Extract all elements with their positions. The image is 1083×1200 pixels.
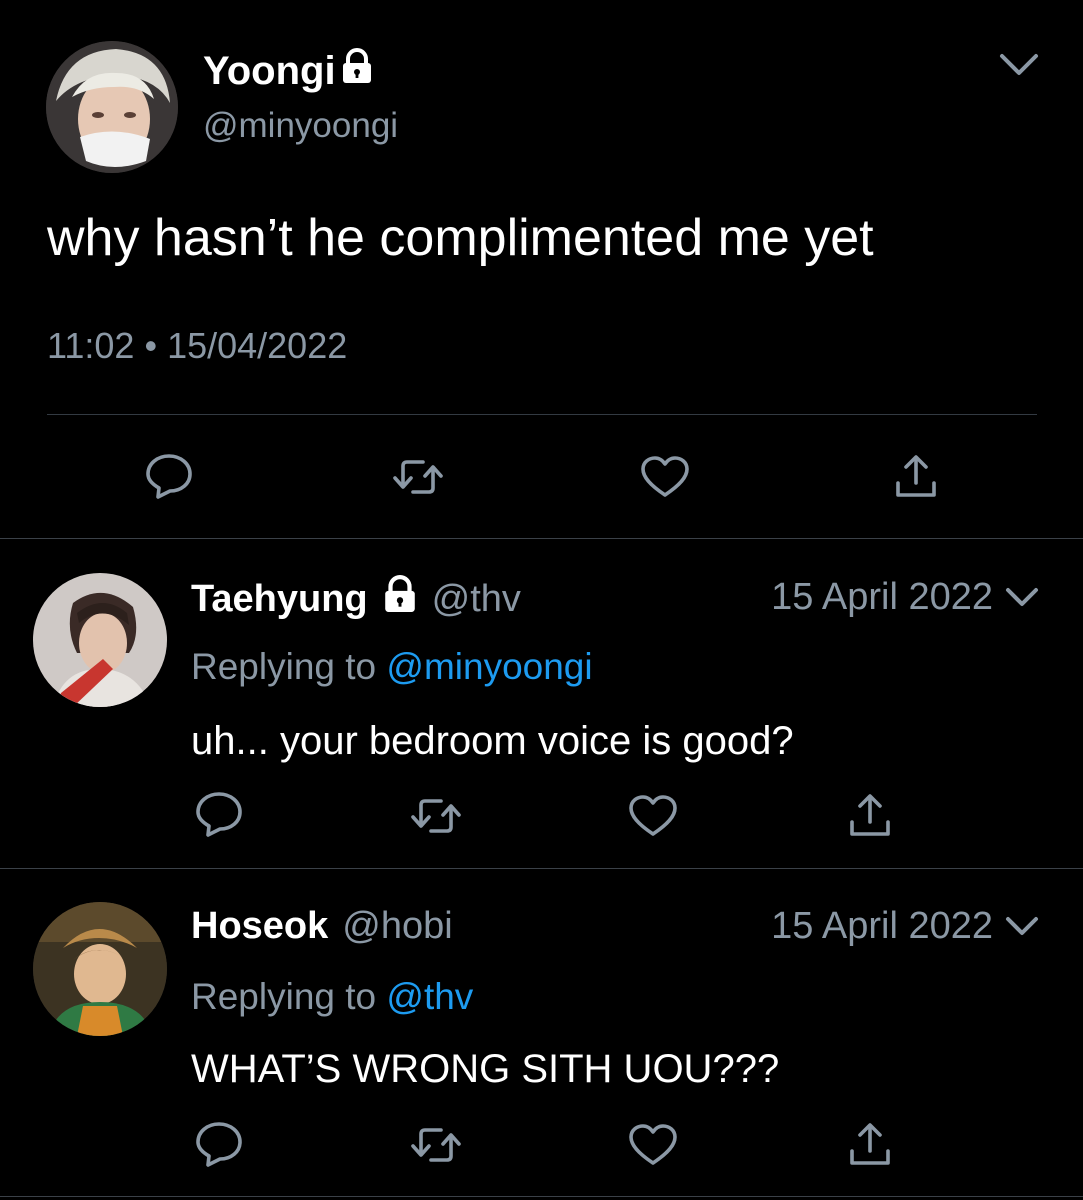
reply-header: Hoseok @hobi: [191, 904, 453, 948]
reply-display-name[interactable]: Hoseok: [191, 904, 328, 948]
reply-menu-button[interactable]: [1004, 586, 1040, 610]
mention-link[interactable]: @minyoongi: [386, 646, 592, 687]
lock-icon: [340, 48, 374, 94]
share-button[interactable]: [894, 453, 938, 499]
retweet-arrows-icon: [411, 1128, 461, 1162]
replying-prefix: Replying to: [191, 646, 387, 687]
avatar-taehyung-image: [33, 573, 167, 707]
share-button[interactable]: [848, 1121, 892, 1167]
retweet-arrows-icon: [411, 799, 461, 833]
avatar-hoseok[interactable]: [33, 902, 167, 1036]
share-upload-icon: [850, 794, 890, 836]
meta-separator: •: [144, 325, 158, 366]
mention-link[interactable]: @thv: [386, 976, 473, 1017]
reply-button[interactable]: [144, 452, 194, 500]
reply-menu-button[interactable]: [1004, 915, 1040, 939]
speech-bubble-icon: [146, 454, 192, 499]
reply-handle[interactable]: @thv: [432, 577, 521, 621]
retweet-button[interactable]: [392, 456, 444, 498]
reply-header: Taehyung @thv: [191, 575, 521, 623]
speech-bubble-icon: [196, 792, 242, 837]
chevron-down-icon: [1006, 917, 1038, 935]
speech-bubble-icon: [196, 1122, 242, 1167]
like-button[interactable]: [640, 455, 690, 499]
reply-date[interactable]: 15 April 2022: [771, 575, 993, 619]
reply-date[interactable]: 15 April 2022: [771, 904, 993, 948]
heart-icon: [629, 1124, 677, 1165]
share-upload-icon: [896, 455, 936, 497]
tweet-date: 15/04/2022: [167, 325, 348, 366]
retweet-button[interactable]: [410, 795, 462, 837]
divider: [0, 1196, 1083, 1197]
like-button[interactable]: [628, 794, 678, 838]
heart-icon: [641, 456, 689, 497]
retweet-button[interactable]: [410, 1124, 462, 1166]
user-handle[interactable]: @minyoongi: [203, 106, 398, 146]
divider: [0, 868, 1083, 869]
retweet-arrows-icon: [393, 460, 443, 494]
tweet-time: 11:02: [47, 325, 135, 366]
reply-handle[interactable]: @hobi: [342, 904, 452, 948]
divider: [0, 538, 1083, 539]
replying-to-line: Replying to @thv: [191, 975, 473, 1019]
display-name-text: Yoongi: [203, 49, 336, 93]
tweet-text: why hasn’t he complimented me yet: [47, 209, 874, 267]
avatar-yoongi[interactable]: [46, 41, 178, 173]
reply-button[interactable]: [194, 790, 244, 838]
like-button[interactable]: [628, 1123, 678, 1167]
chevron-down-icon: [1000, 54, 1038, 75]
avatar-hoseok-image: [33, 902, 167, 1036]
share-button[interactable]: [848, 792, 892, 838]
avatar-taehyung[interactable]: [33, 573, 167, 707]
lock-icon: [382, 575, 418, 623]
tweet-timestamp[interactable]: 11:02 • 15/04/2022: [47, 325, 347, 367]
heart-icon: [629, 795, 677, 836]
tweet-menu-button[interactable]: [997, 50, 1041, 80]
replying-to-line: Replying to @minyoongi: [191, 645, 593, 689]
avatar-yoongi-image: [46, 41, 178, 173]
replying-prefix: Replying to: [191, 976, 387, 1017]
reply-text: uh... your bedroom voice is good?: [191, 719, 794, 763]
divider: [47, 414, 1037, 415]
display-name[interactable]: Yoongi: [203, 48, 374, 94]
reply-display-name[interactable]: Taehyung: [191, 577, 368, 621]
reply-text: WHAT’S WRONG SITH UOU???: [191, 1047, 780, 1091]
share-upload-icon: [850, 1123, 890, 1165]
reply-button[interactable]: [194, 1120, 244, 1168]
chevron-down-icon: [1006, 588, 1038, 606]
